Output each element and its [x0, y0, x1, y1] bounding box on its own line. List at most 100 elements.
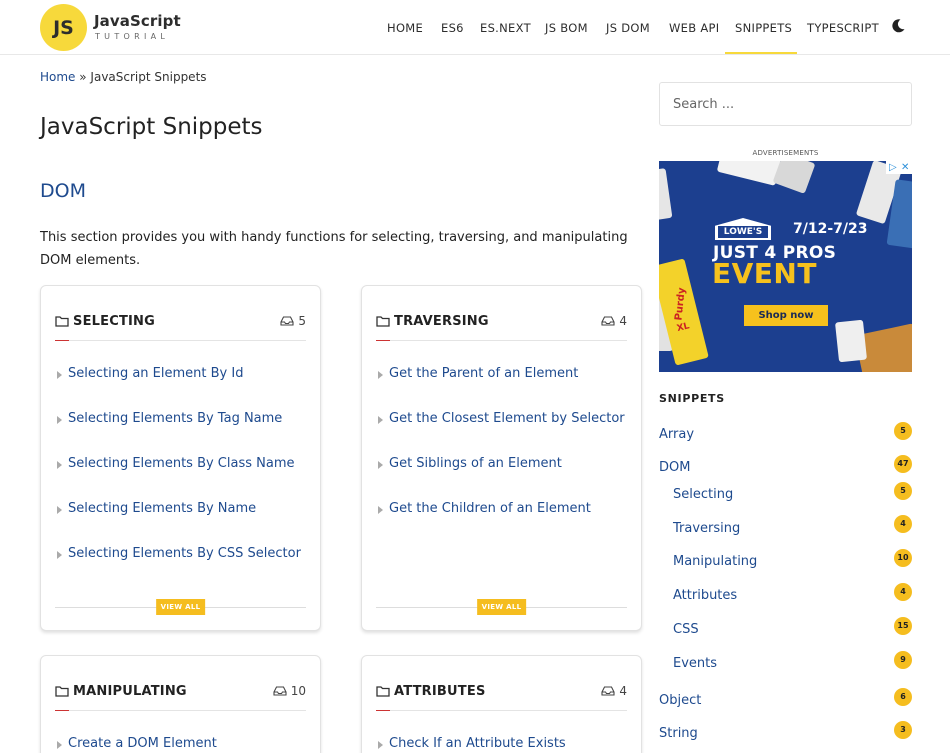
count-badge: 6 [894, 688, 912, 706]
site-header: JS JavaScript TUTORIAL HOME ES6 ES.NEXT … [0, 0, 950, 55]
card-divider [55, 340, 306, 341]
logo-title[interactable]: JavaScript [94, 12, 181, 30]
card-link-list: Get the Parent of an Element Get the Clo… [376, 366, 627, 546]
card-count: 4 [601, 314, 627, 328]
nav-web-api[interactable]: WEB API [669, 21, 719, 35]
card-link[interactable]: Create a DOM Element [55, 736, 306, 753]
nav-typescript[interactable]: TYPESCRIPT [807, 21, 879, 35]
caret-right-icon [378, 371, 383, 379]
ad-label: ADVERTISEMENTS [752, 149, 819, 157]
search-box [659, 82, 912, 126]
card-header: MANIPULATING 10 [55, 683, 306, 703]
nav-js-bom[interactable]: JS BOM [545, 21, 588, 35]
nav-es6[interactable]: ES6 [441, 21, 464, 35]
caret-right-icon [57, 506, 62, 514]
card-link-label: Get Siblings of an Element [389, 456, 562, 471]
card-link[interactable]: Check If an Attribute Exists [376, 736, 627, 753]
caret-right-icon [378, 416, 383, 424]
logo-mark[interactable]: JS [40, 4, 87, 51]
search-input[interactable] [660, 83, 911, 125]
card-title[interactable]: SELECTING [73, 314, 155, 329]
nav-snippets[interactable]: SNIPPETS [735, 21, 792, 35]
card-count-value: 4 [619, 314, 627, 328]
count-badge: 9 [894, 651, 912, 669]
card-count-value: 4 [619, 684, 627, 698]
card-link-label: Selecting Elements By Tag Name [68, 411, 283, 426]
card-traversing: TRAVERSING 4 Get the Parent of an Elemen… [361, 285, 642, 631]
sidebar-item-attributes[interactable]: Attributes [673, 588, 737, 603]
card-link[interactable]: Get Siblings of an Element [376, 456, 627, 501]
folder-icon [376, 316, 390, 327]
page-title: JavaScript Snippets [40, 114, 263, 140]
sidebar-item-object[interactable]: Object [659, 693, 701, 708]
ad-headline-event: EVENT [712, 257, 817, 290]
inbox-icon [601, 686, 615, 696]
breadcrumb: Home » JavaScript Snippets [40, 70, 207, 84]
card-divider [376, 340, 627, 341]
caret-right-icon [378, 506, 383, 514]
card-divider [376, 710, 627, 711]
sidebar-item-manipulating[interactable]: Manipulating [673, 554, 757, 569]
card-link-list: Create a DOM Element [55, 736, 306, 753]
breadcrumb-home[interactable]: Home [40, 70, 75, 84]
sidebar-item-css[interactable]: CSS [673, 622, 699, 637]
count-badge: 5 [894, 422, 912, 440]
count-badge: 15 [894, 617, 912, 635]
view-all-button[interactable]: VIEW ALL [476, 599, 527, 615]
card-link[interactable]: Selecting Elements By CSS Selector [55, 546, 306, 591]
card-link-label: Selecting an Element By Id [68, 366, 244, 381]
card-link[interactable]: Get the Children of an Element [376, 501, 627, 546]
card-title[interactable]: MANIPULATING [73, 684, 187, 699]
sidebar-item-traversing[interactable]: Traversing [673, 521, 740, 536]
ad-product-shape [834, 319, 868, 363]
card-link[interactable]: Selecting Elements By Name [55, 501, 306, 546]
count-badge: 4 [894, 515, 912, 533]
card-link[interactable]: Selecting Elements By Tag Name [55, 411, 306, 456]
card-divider-accent [55, 340, 69, 341]
moon-icon[interactable] [890, 18, 906, 34]
sidebar-item-events[interactable]: Events [673, 656, 717, 671]
sidebar-item-string[interactable]: String [659, 726, 698, 741]
view-all-button[interactable]: VIEW ALL [155, 599, 206, 615]
card-link[interactable]: Selecting an Element By Id [55, 366, 306, 411]
card-divider-accent [376, 340, 390, 341]
ad-dates: 7/12-7/23 [793, 221, 868, 237]
card-attributes: ATTRIBUTES 4 Check If an Attribute Exist… [361, 655, 642, 753]
breadcrumb-separator: » [75, 70, 91, 84]
nav-js-dom[interactable]: JS DOM [606, 21, 650, 35]
card-title[interactable]: TRAVERSING [394, 314, 489, 329]
card-link-label: Create a DOM Element [68, 736, 217, 751]
advertisement[interactable]: Purdy XL LOWE'S 7/12-7/23 JUST 4 PROS EV… [659, 161, 912, 372]
card-count: 10 [273, 684, 306, 698]
folder-icon [55, 686, 69, 697]
card-link[interactable]: Get the Closest Element by Selector [376, 411, 627, 456]
card-divider-accent [376, 710, 390, 711]
sidebar-item-array[interactable]: Array [659, 427, 694, 442]
card-link-label: Selecting Elements By Class Name [68, 456, 295, 471]
card-link-label: Selecting Elements By Name [68, 501, 257, 516]
card-title[interactable]: ATTRIBUTES [394, 684, 486, 699]
section-title: DOM [40, 180, 86, 202]
ad-shop-now-button[interactable]: Shop now [744, 305, 828, 326]
card-link[interactable]: Selecting Elements By Class Name [55, 456, 306, 501]
card-count: 5 [280, 314, 306, 328]
sidebar-item-dom[interactable]: DOM [659, 460, 690, 475]
nav-esnext[interactable]: ES.NEXT [480, 21, 531, 35]
folder-icon [55, 316, 69, 327]
sidebar-item-selecting[interactable]: Selecting [673, 487, 733, 502]
folder-icon [376, 686, 390, 697]
ad-controls: ▷ ✕ [886, 161, 912, 174]
logo-subtitle: TUTORIAL [95, 32, 170, 41]
card-count: 4 [601, 684, 627, 698]
lowes-logo-text: LOWE'S [718, 226, 768, 238]
card-link[interactable]: Get the Parent of an Element [376, 366, 627, 411]
card-count-value: 10 [290, 684, 306, 698]
card-link-label: Get the Closest Element by Selector [389, 411, 625, 426]
ad-info-icon[interactable]: ▷ [889, 161, 897, 174]
nav-home[interactable]: HOME [387, 21, 423, 35]
caret-right-icon [378, 741, 383, 749]
card-link-list: Selecting an Element By Id Selecting Ele… [55, 366, 306, 591]
count-badge: 3 [894, 721, 912, 739]
snippets-heading: SNIPPETS [659, 392, 725, 405]
ad-close-icon[interactable]: ✕ [901, 161, 909, 174]
